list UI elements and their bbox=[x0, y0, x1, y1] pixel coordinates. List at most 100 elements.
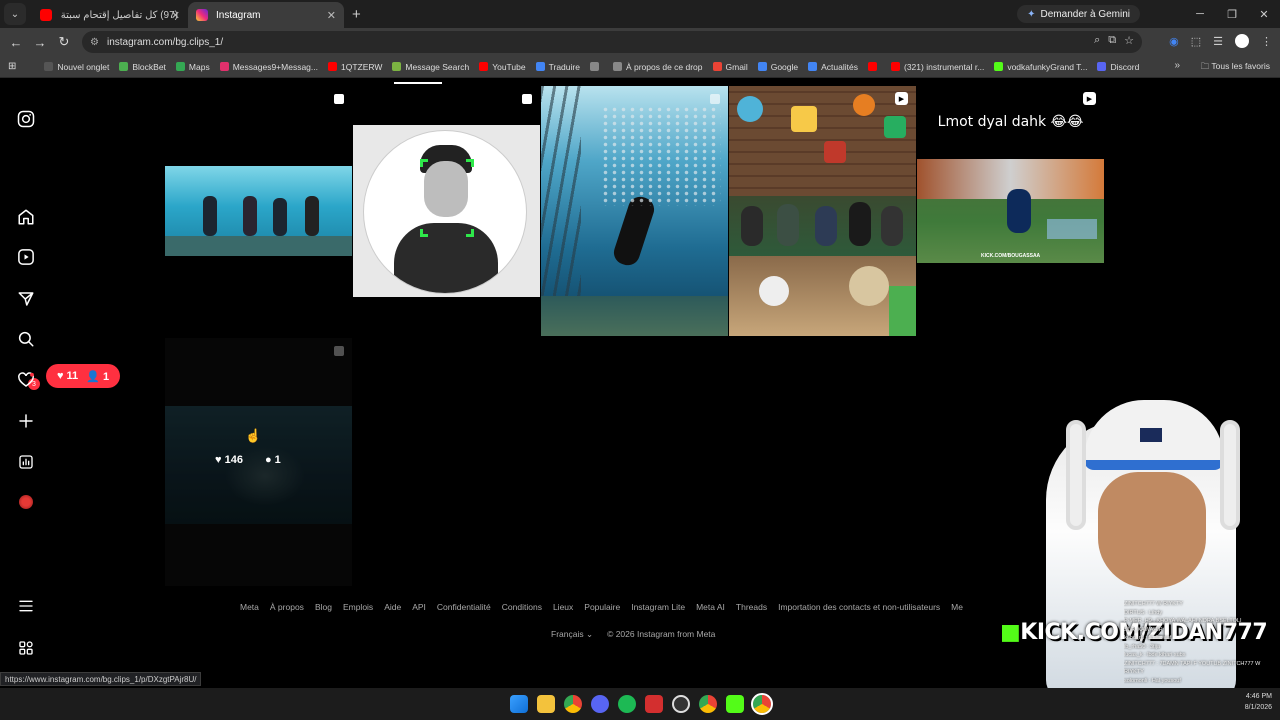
maximize-icon[interactable]: ❐ bbox=[1216, 0, 1248, 28]
url-text: instagram.com/bg.clips_1/ bbox=[106, 36, 224, 48]
tab-instagram[interactable]: Instagram ✕ bbox=[188, 2, 344, 28]
file-explorer-icon[interactable] bbox=[536, 695, 555, 713]
bookmark-item[interactable]: Nouvel onglet bbox=[44, 62, 109, 72]
obs-icon[interactable] bbox=[671, 695, 690, 713]
dashboard-icon[interactable] bbox=[16, 452, 36, 472]
notifications-pill[interactable]: ♥ 11 👤 1 bbox=[46, 364, 120, 388]
bookmark-star-icon[interactable]: ☆ bbox=[1124, 34, 1134, 47]
new-tab-icon[interactable]: + bbox=[352, 6, 361, 23]
bookmark-item[interactable]: Traduire bbox=[535, 62, 580, 72]
instagram-favicon-icon bbox=[196, 9, 208, 21]
bookmark-label: À propos de ce drop bbox=[625, 61, 703, 72]
extensions-puzzle-icon[interactable]: ⬚ bbox=[1191, 35, 1201, 48]
browser-tab-bar: ⌄ (97) كل تفاصيل إقتحام سبتة ! إس... ✕ I… bbox=[0, 0, 1280, 28]
home-icon[interactable] bbox=[16, 207, 36, 227]
footer-link[interactable]: Conditions bbox=[502, 602, 542, 612]
profile-avatar[interactable] bbox=[1235, 34, 1249, 48]
tab-youtube[interactable]: (97) كل تفاصيل إقتحام سبتة ! إس... ✕ bbox=[32, 2, 188, 28]
close-tab-icon[interactable]: ✕ bbox=[327, 9, 336, 22]
bookmark-item[interactable]: Gmail bbox=[712, 62, 748, 72]
ask-gemini-button[interactable]: ✦ Demander à Gemini bbox=[1017, 5, 1140, 23]
post-thumbnail-hovered[interactable]: ♥ 146 ● 1 ☝ bbox=[165, 338, 352, 586]
group-photo bbox=[729, 196, 916, 256]
bookmark-item[interactable]: À propos de ce drop bbox=[612, 61, 703, 72]
media-icon[interactable]: ☰ bbox=[1213, 35, 1223, 48]
close-window-icon[interactable]: ✕ bbox=[1248, 0, 1280, 28]
footer-link[interactable]: Threads bbox=[736, 602, 767, 612]
kick-app-icon[interactable] bbox=[725, 695, 744, 713]
bookmark-item[interactable]: (321) instrumental r... bbox=[891, 62, 984, 72]
all-bookmarks-button[interactable]: 🗀 Tous les favoris bbox=[1201, 61, 1270, 75]
forward-icon[interactable]: → bbox=[28, 35, 52, 50]
instagram-logo-icon[interactable] bbox=[16, 109, 36, 129]
bookmark-item[interactable]: Maps bbox=[175, 62, 210, 72]
spotify-icon[interactable] bbox=[617, 695, 636, 713]
bookmark-item[interactable]: Message Search bbox=[392, 62, 469, 72]
bookmark-item[interactable] bbox=[868, 62, 881, 72]
footer-link[interactable]: Populaire bbox=[584, 602, 620, 612]
footer-meta: Français ⌄ © 2026 Instagram from Meta bbox=[551, 629, 715, 640]
post-thumbnail[interactable] bbox=[353, 86, 540, 336]
footer-link[interactable]: Confidentialité bbox=[437, 602, 491, 612]
extension-icon[interactable]: ◉ bbox=[1169, 35, 1179, 48]
footer-link[interactable]: À propos bbox=[270, 602, 304, 612]
likes-stat: ♥ 146 bbox=[215, 454, 243, 466]
close-tab-icon[interactable]: ✕ bbox=[171, 9, 180, 22]
minimize-icon[interactable]: ─ bbox=[1184, 0, 1216, 28]
app-icon[interactable] bbox=[644, 695, 663, 713]
bookmark-item[interactable]: Discord bbox=[1097, 62, 1139, 72]
zoom-icon[interactable]: ⌕ bbox=[1094, 34, 1100, 47]
site-info-icon[interactable]: ⚙ bbox=[90, 37, 99, 48]
bookmark-item[interactable]: Actualités bbox=[808, 62, 858, 72]
bookmark-item[interactable]: BlockBet bbox=[119, 62, 166, 72]
more-bookmarks-icon[interactable]: » bbox=[1174, 60, 1180, 71]
footer-link[interactable]: Blog bbox=[315, 602, 332, 612]
profile-avatar-icon[interactable] bbox=[16, 492, 36, 512]
tab-search-button[interactable]: ⌄ bbox=[4, 3, 26, 25]
footer-link[interactable]: Me bbox=[951, 602, 963, 612]
discord-icon[interactable] bbox=[590, 695, 609, 713]
bookmark-item[interactable]: YouTube bbox=[479, 62, 526, 72]
more-menu-icon[interactable] bbox=[16, 596, 36, 616]
footer-link[interactable]: Aide bbox=[384, 602, 401, 612]
browser-menu-icon[interactable]: ⋮ bbox=[1261, 35, 1272, 48]
bookmark-item[interactable]: Messages9+Messag... bbox=[219, 62, 318, 72]
windows-start-icon[interactable] bbox=[509, 695, 528, 713]
reel-icon: ▶ bbox=[895, 92, 908, 105]
apps-grid-icon[interactable]: ⊞ bbox=[8, 61, 16, 72]
language-selector[interactable]: Français ⌄ bbox=[551, 629, 593, 640]
notifications-heart-icon[interactable] bbox=[16, 370, 36, 390]
bookmark-item[interactable]: vodkafunkyGrand T... bbox=[994, 62, 1087, 72]
bookmark-favicon-icon bbox=[392, 62, 402, 71]
chrome-icon[interactable] bbox=[698, 695, 717, 713]
system-clock[interactable]: 4:46 PM 8/1/2026 bbox=[1245, 691, 1272, 713]
post-thumbnail[interactable]: ▶ bbox=[729, 86, 916, 336]
footer-link[interactable]: Importation des contacts et non-utilisat… bbox=[778, 602, 940, 612]
post-thumbnail[interactable]: Lmot dyal dahk 😂😂 KICK.COM/BOUGASSAA ▶ bbox=[917, 86, 1104, 336]
also-from-meta-icon[interactable] bbox=[16, 638, 36, 658]
footer-link[interactable]: Lieux bbox=[553, 602, 573, 612]
create-icon[interactable] bbox=[16, 411, 36, 431]
carousel-icon bbox=[334, 94, 344, 104]
bookmark-favicon-icon bbox=[994, 62, 1004, 71]
language-label: Français bbox=[551, 629, 584, 639]
install-app-icon[interactable]: ⧉ bbox=[1108, 34, 1116, 47]
chrome-icon[interactable] bbox=[750, 693, 773, 715]
bookmark-item[interactable] bbox=[589, 62, 603, 72]
post-thumbnail[interactable] bbox=[541, 86, 728, 336]
footer-link[interactable]: Meta bbox=[240, 602, 259, 612]
reels-icon[interactable] bbox=[16, 247, 36, 267]
post-thumbnail[interactable] bbox=[165, 86, 352, 336]
chrome-icon[interactable] bbox=[563, 695, 582, 713]
address-bar[interactable]: ⚙ instagram.com/bg.clips_1/ ⌕ ⧉ ☆ bbox=[82, 31, 1142, 53]
bookmark-item[interactable]: Google bbox=[757, 62, 798, 72]
reload-icon[interactable]: ↻ bbox=[52, 34, 76, 50]
bookmark-item[interactable]: 1QTZERW bbox=[328, 62, 382, 72]
messages-icon[interactable] bbox=[16, 289, 36, 309]
footer-link[interactable]: Meta AI bbox=[696, 602, 725, 612]
footer-link[interactable]: API bbox=[412, 602, 426, 612]
search-icon[interactable] bbox=[16, 329, 36, 349]
footer-link[interactable]: Emplois bbox=[343, 602, 373, 612]
back-icon[interactable]: ← bbox=[4, 35, 28, 50]
footer-link[interactable]: Instagram Lite bbox=[631, 602, 685, 612]
